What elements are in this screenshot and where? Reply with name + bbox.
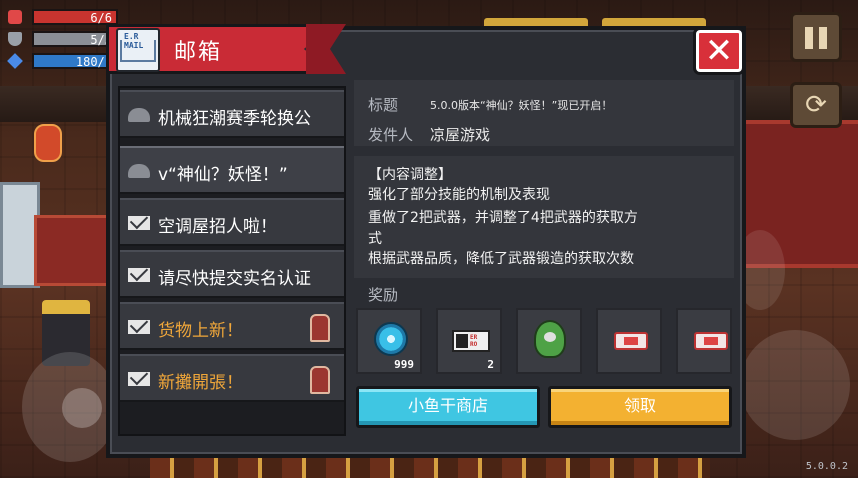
- title-key: 标题: [368, 96, 399, 114]
- merchant-icon: [310, 314, 330, 342]
- gem-icon: [374, 322, 408, 356]
- mail-logo-icon: E.R MAIL: [116, 28, 160, 72]
- mail-item-label: 请尽快提交实名认证: [158, 269, 311, 289]
- shield-icon: [8, 32, 22, 46]
- envelope-icon: [128, 216, 150, 230]
- attack-button[interactable]: [740, 330, 850, 440]
- mail-item-5[interactable]: 新攤開張！: [120, 354, 344, 402]
- joystick-knob[interactable]: [62, 388, 102, 428]
- mail-item-label: 货物上新！: [158, 321, 243, 341]
- mail-item-label: 新攤開張！: [158, 373, 243, 393]
- opened-envelope-icon: [128, 164, 150, 178]
- mail-item-3[interactable]: 请尽快提交实名认证: [120, 250, 344, 298]
- hp-bar: 6/6: [32, 9, 118, 25]
- mail-item-0[interactable]: 机械狂潮赛季轮换公: [120, 90, 344, 138]
- reward-item-3[interactable]: [596, 308, 662, 374]
- mail-item-1[interactable]: v“神仙？妖怪！”: [120, 146, 344, 194]
- mail-item-4[interactable]: 货物上新！: [120, 302, 344, 350]
- ticket-icon: [694, 332, 728, 350]
- reward-item-0[interactable]: 999: [356, 308, 422, 374]
- content-line-2: 重做了2把武器，并调整了4把武器的获取方: [368, 210, 638, 226]
- merchant-icon: [310, 366, 330, 394]
- close-button[interactable]: ✕: [696, 30, 742, 72]
- mail-item-label: 空调屋招人啦！: [158, 217, 277, 237]
- ticket-icon: [614, 332, 648, 350]
- mail-item-label: 机械狂潮赛季轮换公: [158, 109, 311, 129]
- hp-row: 6/6: [4, 8, 118, 26]
- mail-list[interactable]: 机械狂潮赛季轮换公 v“神仙？妖怪！” 空调屋招人啦！ 请尽快提交实名认证 货物…: [118, 86, 346, 436]
- reward-label: 奖励: [368, 286, 399, 304]
- mail-item-2[interactable]: 空调屋招人啦！: [120, 198, 344, 246]
- hp-value: 6/6: [90, 11, 112, 25]
- fish-shop-button[interactable]: 小鱼干商店: [356, 386, 540, 428]
- sender-key: 发件人: [368, 126, 414, 144]
- content-line-3: 式: [368, 231, 382, 247]
- sender-value: 凉屋游戏: [430, 126, 491, 144]
- swap-icon: ⟳: [805, 90, 827, 120]
- player-stats-hud: 6/6 5/5 180/1: [4, 8, 118, 74]
- mail-logo-text: E.R MAIL: [124, 32, 144, 50]
- chip-card-icon: ER RO: [452, 330, 490, 352]
- reward-item-4[interactable]: [676, 308, 732, 374]
- envelope-icon: [128, 320, 150, 334]
- armor-row: 5/5: [4, 30, 118, 48]
- version-label: 5.0.0.2: [805, 461, 848, 472]
- red-table: [34, 215, 110, 286]
- energy-diamond-icon: [7, 53, 23, 69]
- envelope-icon: [128, 372, 150, 386]
- title-value: 5.0.0版本“神仙？妖怪！”现已开启！: [430, 99, 613, 112]
- lantern: [34, 124, 62, 162]
- content-line-1: 强化了部分技能的机制及表现: [368, 187, 550, 203]
- plant-seed-icon: [534, 320, 566, 358]
- claim-button[interactable]: 领取: [548, 386, 732, 428]
- reward-count: 2: [487, 358, 494, 371]
- heart-icon: [8, 10, 22, 24]
- energy-row: 180/1: [4, 52, 118, 70]
- mail-item-label: v“神仙？妖怪！”: [158, 165, 288, 185]
- mailbox-title: 邮箱: [174, 40, 223, 65]
- reward-item-1[interactable]: ER RO 2: [436, 308, 502, 374]
- reward-count: 999: [394, 358, 414, 371]
- reward-item-2[interactable]: [516, 308, 582, 374]
- envelope-icon: [128, 268, 150, 282]
- close-icon: ✕: [704, 31, 734, 71]
- content-line-4: 根据武器品质，降低了武器锻造的获取次数: [368, 251, 634, 267]
- pause-button[interactable]: [790, 12, 842, 62]
- opened-envelope-icon: [128, 108, 150, 122]
- pause-icon: [805, 27, 813, 49]
- swap-weapon-button[interactable]: ⟳: [790, 82, 842, 128]
- content-line-0: 【内容调整】: [368, 167, 452, 183]
